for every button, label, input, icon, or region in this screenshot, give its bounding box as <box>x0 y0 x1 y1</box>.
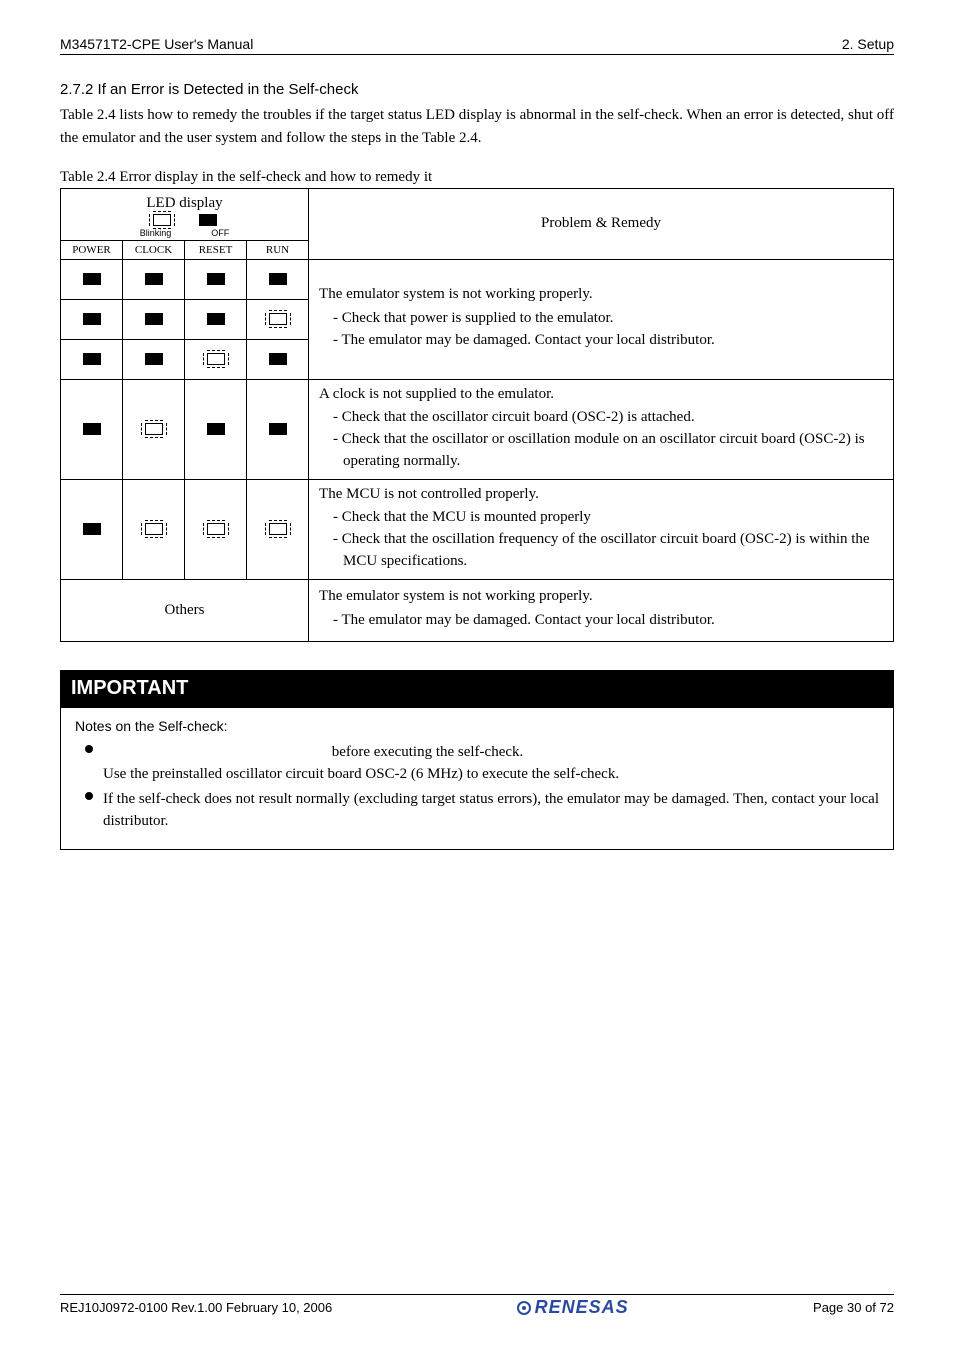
remedy-list: The emulator may be damaged. Contact you… <box>319 610 883 632</box>
important-bullet-list: Be sure to disconnect the user system be… <box>75 741 879 833</box>
remedy-item: Check that the MCU is mounted properly <box>333 507 883 529</box>
table-row: The MCU is not controlled properly. Chec… <box>61 479 894 579</box>
problem-text: The emulator system is not working prope… <box>319 284 883 306</box>
footer-left: REJ10J0972-0100 Rev.1.00 February 10, 20… <box>60 1300 332 1315</box>
remedy-item: Check that power is supplied to the emul… <box>333 308 883 330</box>
led-legend-icons <box>65 214 304 226</box>
others-cell: Others <box>61 579 309 641</box>
bullet-line2: Use the preinstalled oscillator circuit … <box>103 766 619 782</box>
led-on-icon <box>83 273 101 285</box>
col-clock: CLOCK <box>123 240 185 259</box>
led-display-header: LED display Blinking OFF <box>61 188 309 240</box>
important-box: IMPORTANT Notes on the Self-check: Be su… <box>60 670 894 850</box>
col-power: POWER <box>61 240 123 259</box>
led-on-icon <box>83 523 101 535</box>
led-on-icon <box>207 423 225 435</box>
page-header: M34571T2-CPE User's Manual 2. Setup <box>60 36 894 55</box>
header-right: 2. Setup <box>842 36 894 52</box>
problem-cell: The emulator system is not working prope… <box>309 259 894 379</box>
led-on-icon <box>145 273 163 285</box>
problem-text: The emulator system is not working prope… <box>319 586 883 608</box>
problem-cell: The MCU is not controlled properly. Chec… <box>309 479 894 579</box>
remedy-list: Check that the MCU is mounted properly C… <box>319 507 883 572</box>
col-reset: RESET <box>185 240 247 259</box>
led-on-icon <box>83 313 101 325</box>
table-row: The emulator system is not working prope… <box>61 259 894 299</box>
bullet-text: If the self-check does not result normal… <box>103 791 879 830</box>
header-left: M34571T2-CPE User's Manual <box>60 36 253 52</box>
led-on-icon <box>269 423 287 435</box>
led-on-icon <box>269 273 287 285</box>
page-footer: REJ10J0972-0100 Rev.1.00 February 10, 20… <box>60 1294 894 1318</box>
renesas-logo: RENESAS <box>517 1297 629 1318</box>
remedy-item: Check that the oscillator or oscillation… <box>333 429 883 473</box>
renesas-logo-text: RENESAS <box>535 1297 629 1318</box>
remedy-item: Check that the oscillator circuit board … <box>333 407 883 429</box>
led-on-icon <box>83 353 101 365</box>
led-blink-icon <box>145 423 163 435</box>
remedy-list: Check that power is supplied to the emul… <box>319 308 883 352</box>
error-remedy-table: LED display Blinking OFF Problem & Remed… <box>60 188 894 642</box>
remedy-item: Check that the oscillation frequency of … <box>333 529 883 573</box>
led-blink-icon <box>269 313 287 325</box>
led-blink-icon <box>269 523 287 535</box>
bullet-icon <box>85 745 93 753</box>
notes-heading: Notes on the Self-check: <box>75 716 879 737</box>
led-on-icon <box>269 353 287 365</box>
led-on-icon <box>83 423 101 435</box>
table-caption: Table 2.4 Error display in the self-chec… <box>60 169 894 186</box>
table-row: A clock is not supplied to the emulator.… <box>61 379 894 479</box>
important-title-bar: IMPORTANT <box>60 670 894 708</box>
col-run: RUN <box>247 240 309 259</box>
remedy-item: The emulator may be damaged. Contact you… <box>333 330 883 352</box>
led-blink-icon <box>207 353 225 365</box>
led-blink-icon <box>207 523 225 535</box>
important-body: Notes on the Self-check: Be sure to disc… <box>60 708 894 850</box>
led-on-icon <box>145 353 163 365</box>
important-bullet: If the self-check does not result normal… <box>103 788 879 833</box>
problem-text: A clock is not supplied to the emulator. <box>319 384 883 406</box>
problem-cell: A clock is not supplied to the emulator.… <box>309 379 894 479</box>
problem-text: The MCU is not controlled properly. <box>319 484 883 506</box>
remedy-item: The emulator may be damaged. Contact you… <box>333 610 883 632</box>
led-blink-icon <box>145 523 163 535</box>
led-on-icon <box>207 313 225 325</box>
led-display-label: LED display <box>65 195 304 212</box>
legend-blinking-label: Blinking <box>140 228 172 238</box>
legend-off-icon <box>199 214 217 226</box>
important-bullet: Be sure to disconnect the user system be… <box>103 741 879 786</box>
section-heading: 2.7.2 If an Error is Detected in the Sel… <box>60 81 894 98</box>
problem-cell: The emulator system is not working prope… <box>309 579 894 641</box>
led-on-icon <box>207 273 225 285</box>
problem-remedy-header: Problem & Remedy <box>309 188 894 259</box>
legend-off-label: OFF <box>211 228 229 238</box>
bullet-trail: before executing the self-check. <box>328 744 523 760</box>
led-on-icon <box>145 313 163 325</box>
renesas-logo-mark <box>517 1301 531 1315</box>
table-row-others: Others The emulator system is not workin… <box>61 579 894 641</box>
led-legend-labels: Blinking OFF <box>65 228 304 238</box>
legend-blinking-icon <box>153 214 171 226</box>
remedy-list: Check that the oscillator circuit board … <box>319 407 883 472</box>
bullet-icon <box>85 792 93 800</box>
section-paragraph: Table 2.4 lists how to remedy the troubl… <box>60 104 894 151</box>
footer-right: Page 30 of 72 <box>813 1300 894 1315</box>
